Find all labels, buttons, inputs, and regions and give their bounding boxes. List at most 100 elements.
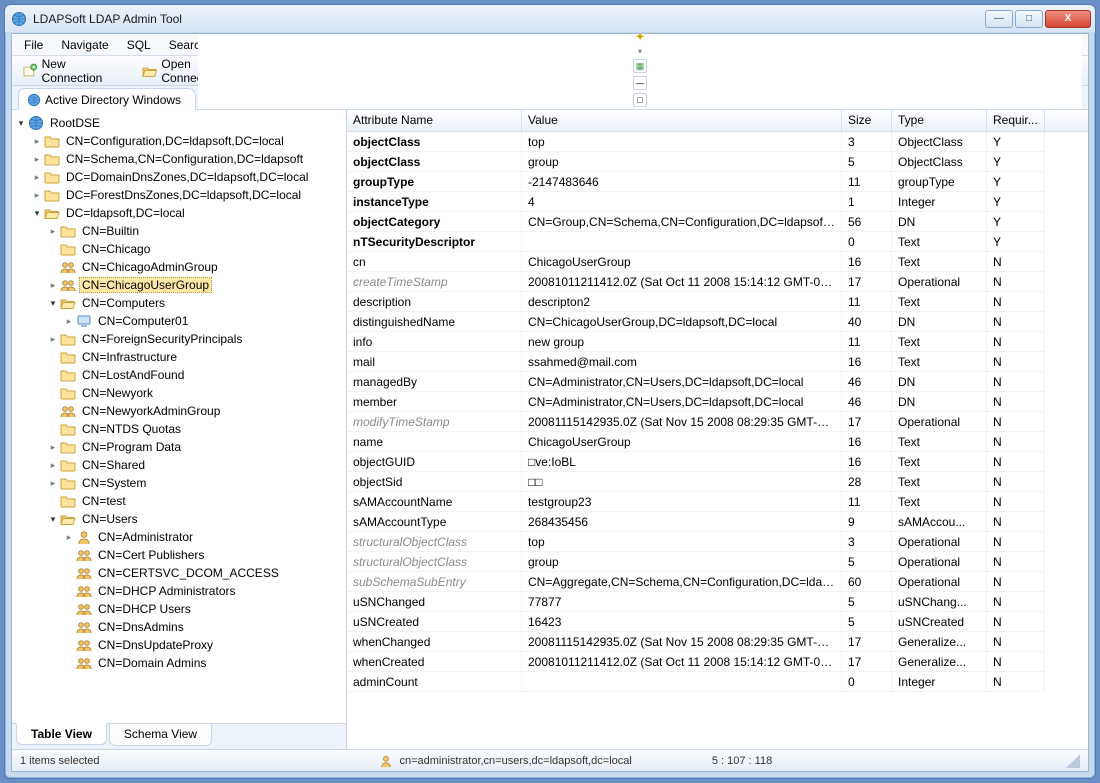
menu-file[interactable]: File [16, 36, 51, 54]
tree-node[interactable]: CN=DnsUpdateProxy [14, 636, 346, 654]
expand-icon[interactable]: ▾ [46, 296, 60, 310]
attribute-row[interactable]: uSNCreated164235uSNCreatedN [347, 612, 1088, 632]
expand-icon[interactable]: ▸ [46, 224, 60, 238]
tree-node[interactable]: ▸DC=ForestDnsZones,DC=ldapsoft,DC=local [14, 186, 346, 204]
expand-icon[interactable]: ▸ [30, 170, 44, 184]
expand-icon[interactable]: ▸ [46, 332, 60, 346]
expand-icon[interactable]: ▸ [62, 314, 76, 328]
menu-sql[interactable]: SQL [119, 36, 159, 54]
attribute-row[interactable]: modifyTimeStamp20081115142935.0Z (Sat No… [347, 412, 1088, 432]
tree-node[interactable]: ▾CN=Computers [14, 294, 346, 312]
expand-icon[interactable]: ▾ [30, 206, 44, 220]
col-type[interactable]: Type [892, 110, 987, 131]
tree-node[interactable]: ▸CN=Program Data [14, 438, 346, 456]
attribute-grid[interactable]: objectClasstop3ObjectClassYobjectClassgr… [347, 132, 1088, 749]
tree-node[interactable]: ▸CN=System [14, 474, 346, 492]
tree-node[interactable]: CN=ChicagoAdminGroup [14, 258, 346, 276]
attribute-row[interactable]: descriptiondescripton211TextN [347, 292, 1088, 312]
tab-schema-view[interactable]: Schema View [109, 724, 212, 746]
attribute-row[interactable]: adminCount0IntegerN [347, 672, 1088, 692]
attribute-row[interactable]: objectSid□□28TextN [347, 472, 1088, 492]
view-icon[interactable]: ▦ [633, 59, 647, 73]
tree-node[interactable]: CN=NTDS Quotas [14, 420, 346, 438]
menu-navigate[interactable]: Navigate [53, 36, 116, 54]
attribute-row[interactable]: objectClassgroup5ObjectClassY [347, 152, 1088, 172]
attribute-row[interactable]: managedByCN=Administrator,CN=Users,DC=ld… [347, 372, 1088, 392]
col-size[interactable]: Size [842, 110, 892, 131]
tree-node[interactable]: CN=CERTSVC_DCOM_ACCESS [14, 564, 346, 582]
attribute-row[interactable]: whenChanged20081115142935.0Z (Sat Nov 15… [347, 632, 1088, 652]
attribute-row[interactable]: structuralObjectClasstop3OperationalN [347, 532, 1088, 552]
tree-node[interactable]: CN=Infrastructure [14, 348, 346, 366]
resize-grip-icon[interactable] [1066, 754, 1080, 768]
grid-header[interactable]: Attribute Name Value Size Type Requir... [347, 110, 1088, 132]
attribute-row[interactable]: objectClasstop3ObjectClassY [347, 132, 1088, 152]
tree-node[interactable]: CN=test [14, 492, 346, 510]
tree-node[interactable]: ▸CN=Schema,CN=Configuration,DC=ldapsoft [14, 150, 346, 168]
attribute-row[interactable]: mailssahmed@mail.com16TextN [347, 352, 1088, 372]
col-attribute[interactable]: Attribute Name [347, 110, 522, 131]
maximize-button[interactable]: □ [1015, 10, 1043, 28]
ldap-tree[interactable]: ▾RootDSE▸CN=Configuration,DC=ldapsoft,DC… [12, 110, 346, 723]
attribute-row[interactable]: infonew group11TextN [347, 332, 1088, 352]
cell-type: Integer [892, 192, 987, 212]
tree-node[interactable]: ▸CN=Builtin [14, 222, 346, 240]
tree-node[interactable]: CN=DnsAdmins [14, 618, 346, 636]
tree-node[interactable]: CN=Newyork [14, 384, 346, 402]
attribute-row[interactable]: objectGUID□ve:IoBL16TextN [347, 452, 1088, 472]
expand-icon[interactable]: ▸ [30, 152, 44, 166]
tree-node[interactable]: ▾CN=Users [14, 510, 346, 528]
tree-node[interactable]: CN=Cert Publishers [14, 546, 346, 564]
attribute-row[interactable]: distinguishedNameCN=ChicagoUserGroup,DC=… [347, 312, 1088, 332]
col-value[interactable]: Value [522, 110, 842, 131]
expand-icon[interactable]: ▾ [14, 116, 28, 130]
attribute-row[interactable]: cnChicagoUserGroup16TextN [347, 252, 1088, 272]
tree-node[interactable]: ▸CN=Administrator [14, 528, 346, 546]
close-button[interactable]: X [1045, 10, 1091, 28]
tree-node[interactable]: ▸DC=DomainDnsZones,DC=ldapsoft,DC=local [14, 168, 346, 186]
attribute-row[interactable]: sAMAccountNametestgroup2311TextN [347, 492, 1088, 512]
titlebar[interactable]: LDAPSoft LDAP Admin Tool — □ X [5, 5, 1095, 33]
expand-icon[interactable]: ▸ [46, 440, 60, 454]
tree-node[interactable]: ▸CN=Computer01 [14, 312, 346, 330]
expand-icon[interactable]: ▾ [46, 512, 60, 526]
attribute-row[interactable]: nameChicagoUserGroup16TextN [347, 432, 1088, 452]
attribute-row[interactable]: structuralObjectClassgroup5OperationalN [347, 552, 1088, 572]
attribute-row[interactable]: uSNChanged778775uSNChang...N [347, 592, 1088, 612]
tree-node[interactable]: ▸CN=ForeignSecurityPrincipals [14, 330, 346, 348]
attribute-row[interactable]: instanceType41IntegerY [347, 192, 1088, 212]
expand-icon[interactable]: ▸ [62, 530, 76, 544]
attribute-row[interactable]: whenCreated20081011211412.0Z (Sat Oct 11… [347, 652, 1088, 672]
attribute-row[interactable]: subSchemaSubEntryCN=Aggregate,CN=Schema,… [347, 572, 1088, 592]
attribute-row[interactable]: sAMAccountType2684354569sAMAccou...N [347, 512, 1088, 532]
tree-node[interactable]: CN=NewyorkAdminGroup [14, 402, 346, 420]
tree-node[interactable]: CN=Chicago [14, 240, 346, 258]
expand-icon[interactable]: ▸ [46, 476, 60, 490]
tree-node[interactable]: ▾RootDSE [14, 114, 346, 132]
new-connection-button[interactable]: New Connection [18, 55, 132, 87]
tab-table-view[interactable]: Table View [16, 723, 107, 745]
attribute-row[interactable]: memberCN=Administrator,CN=Users,DC=ldaps… [347, 392, 1088, 412]
expand-icon[interactable]: ▸ [46, 458, 60, 472]
tree-node[interactable]: ▸CN=Shared [14, 456, 346, 474]
tree-node[interactable]: CN=DHCP Users [14, 600, 346, 618]
tree-node[interactable]: CN=LostAndFound [14, 366, 346, 384]
expand-icon[interactable]: ▸ [30, 188, 44, 202]
connection-tab[interactable]: Active Directory Windows [18, 88, 196, 110]
attribute-row[interactable]: createTimeStamp20081011211412.0Z (Sat Oc… [347, 272, 1088, 292]
tree-node[interactable]: ▸CN=Configuration,DC=ldapsoft,DC=local [14, 132, 346, 150]
maximize-pane-icon[interactable]: □ [633, 93, 647, 107]
attribute-row[interactable]: objectCategoryCN=Group,CN=Schema,CN=Conf… [347, 212, 1088, 232]
tree-node[interactable]: ▸CN=ChicagoUserGroup [14, 276, 346, 294]
tree-node[interactable]: CN=Domain Admins [14, 654, 346, 672]
expand-icon[interactable]: ▸ [46, 278, 60, 292]
tree-node[interactable]: CN=DHCP Administrators [14, 582, 346, 600]
minimize-button[interactable]: — [985, 10, 1013, 28]
attribute-row[interactable]: nTSecurityDescriptor0TextY [347, 232, 1088, 252]
tree-node[interactable]: ▾DC=ldapsoft,DC=local [14, 204, 346, 222]
attribute-row[interactable]: groupType-214748364611groupTypeY [347, 172, 1088, 192]
expand-icon[interactable]: ▸ [30, 134, 44, 148]
favorite-add-icon[interactable]: ✦ [633, 33, 647, 44]
minimize-pane-icon[interactable]: — [633, 76, 647, 90]
col-required[interactable]: Requir... [987, 110, 1045, 131]
